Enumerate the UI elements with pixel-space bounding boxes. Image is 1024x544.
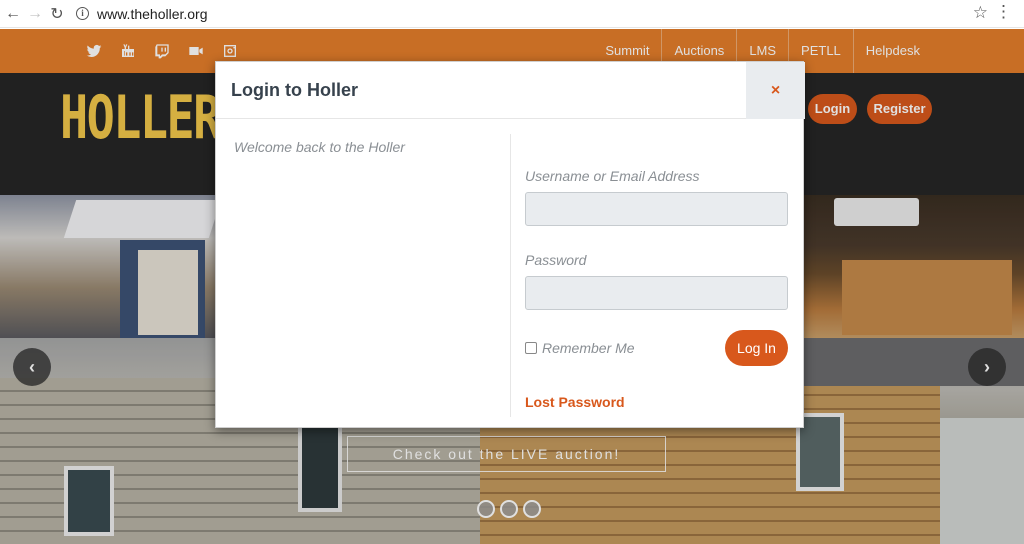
welcome-text: Welcome back to the Holler bbox=[234, 139, 405, 155]
login-modal: Login to Holler × Welcome back to the Ho… bbox=[215, 61, 805, 428]
modal-header: Login to Holler × bbox=[216, 62, 805, 119]
lost-password-link[interactable]: Lost Password bbox=[525, 394, 625, 410]
bookmark-star-icon[interactable]: ☆ bbox=[973, 3, 988, 23]
remember-me[interactable]: Remember Me bbox=[525, 340, 635, 356]
password-field[interactable] bbox=[525, 276, 788, 310]
modal-divider bbox=[510, 134, 511, 417]
back-button[interactable]: ← bbox=[2, 3, 24, 25]
address-bar[interactable]: i www.theholler.org bbox=[76, 6, 208, 22]
login-submit-button[interactable]: Log In bbox=[725, 330, 788, 366]
remember-me-checkbox[interactable] bbox=[525, 342, 537, 354]
browser-toolbar: ← → ↻ i www.theholler.org ☆ ⋮ bbox=[0, 0, 1024, 28]
username-field[interactable] bbox=[525, 192, 788, 226]
url-text[interactable]: www.theholler.org bbox=[97, 6, 208, 22]
info-icon[interactable]: i bbox=[76, 7, 89, 20]
username-label: Username or Email Address bbox=[525, 168, 700, 184]
close-button[interactable]: × bbox=[746, 62, 805, 119]
browser-menu-icon[interactable]: ⋮ bbox=[995, 2, 1012, 22]
password-label: Password bbox=[525, 252, 587, 268]
remember-me-label[interactable]: Remember Me bbox=[542, 340, 635, 356]
reload-button[interactable]: ↻ bbox=[46, 3, 68, 25]
forward-button[interactable]: → bbox=[24, 3, 46, 25]
modal-title: Login to Holler bbox=[231, 80, 358, 100]
